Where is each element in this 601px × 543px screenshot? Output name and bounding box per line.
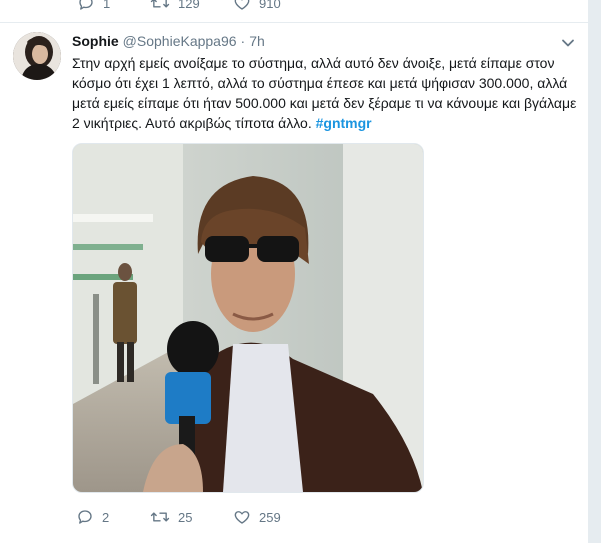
reply-action[interactable]: 2 <box>76 508 109 526</box>
heart-icon <box>234 0 250 10</box>
header-separator: · <box>240 33 246 49</box>
tweet-header: Sophie @SophieKappa96 · 7h <box>72 33 265 49</box>
prev-like-count: 910 <box>259 0 281 11</box>
previous-tweet-actions: 1 129 910 <box>0 0 588 23</box>
heart-icon <box>234 511 250 524</box>
retweet-action[interactable]: 25 <box>150 508 192 526</box>
media-image <box>73 144 423 492</box>
reply-icon <box>79 0 93 10</box>
retweet-count: 25 <box>178 509 193 525</box>
avatar-image <box>13 32 61 80</box>
tweet-text: Στην αρχή εμείς ανοίξαμε το σύστημα, αλλ… <box>72 53 577 133</box>
tweet-media[interactable] <box>72 143 424 493</box>
retweet-icon <box>150 0 170 8</box>
like-count: 259 <box>259 509 281 525</box>
prev-reply-count: 1 <box>103 0 111 11</box>
retweet-icon <box>150 512 170 522</box>
prev-like-action[interactable]: 910 <box>233 0 281 12</box>
like-action[interactable]: 259 <box>233 508 281 526</box>
hashtag-link[interactable]: #gntmgr <box>316 115 372 131</box>
prev-retweet-action[interactable]: 129 <box>150 0 200 12</box>
prev-retweet-count: 129 <box>178 0 200 11</box>
tweet-time[interactable]: 7h <box>249 33 265 49</box>
chevron-down-icon[interactable] <box>561 36 575 50</box>
reply-count: 2 <box>102 509 110 525</box>
page-background-edge <box>588 0 601 543</box>
prev-reply-action[interactable]: 1 <box>77 0 110 12</box>
author-name[interactable]: Sophie <box>72 33 119 49</box>
reply-icon <box>78 510 92 524</box>
author-handle[interactable]: @SophieKappa96 <box>123 33 237 49</box>
avatar[interactable] <box>13 32 61 80</box>
timeline-card: 1 129 910 Sophie @SophieKappa96 · 7h Στη… <box>0 0 588 543</box>
